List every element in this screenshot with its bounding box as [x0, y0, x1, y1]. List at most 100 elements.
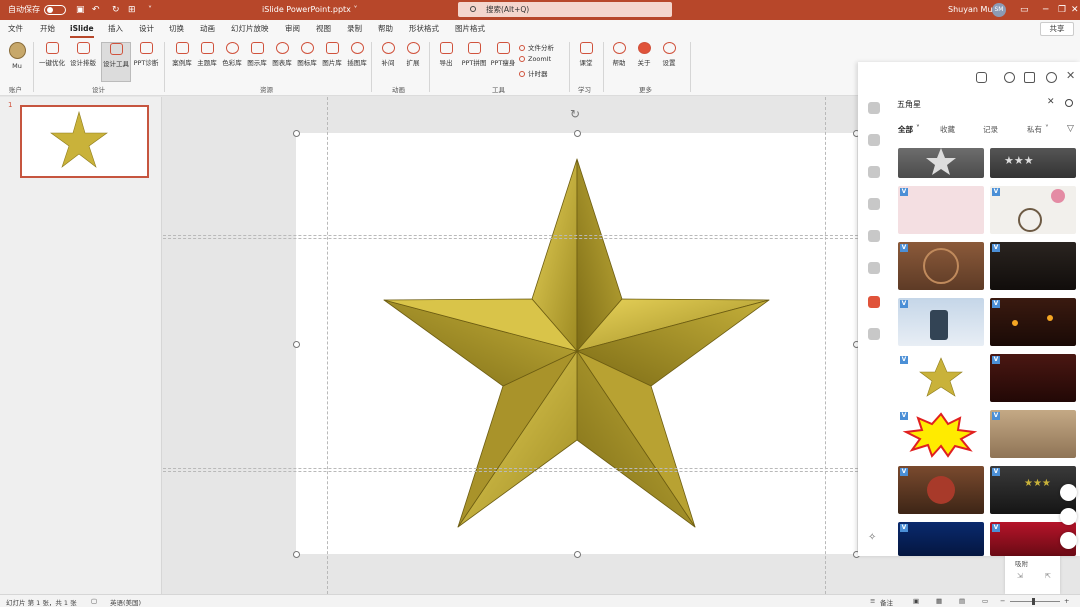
tab-design[interactable]: 设计	[139, 20, 154, 38]
case-category-icon[interactable]	[868, 102, 880, 114]
tab-insert[interactable]: 插入	[108, 20, 123, 38]
normal-view-icon[interactable]: ▣	[913, 597, 919, 605]
result-image[interactable]: V	[990, 410, 1076, 458]
result-image[interactable]: V	[990, 242, 1076, 290]
about-button[interactable]: 关于	[631, 42, 657, 67]
sorter-view-icon[interactable]: ▦	[936, 597, 942, 605]
snap-right-icon[interactable]: ⇱	[1045, 572, 1051, 580]
illustration-category-icon[interactable]	[868, 328, 880, 340]
customize-icon[interactable]: ˅	[148, 0, 152, 20]
refresh-icon[interactable]	[1004, 72, 1015, 83]
chevron-down-icon[interactable]: ˅	[1045, 124, 1049, 133]
icons-button[interactable]: 图标库	[294, 42, 320, 67]
resize-handle[interactable]	[574, 130, 581, 137]
icon-category-icon[interactable]	[868, 262, 880, 274]
slide-canvas[interactable]	[296, 133, 857, 554]
picture-category-icon[interactable]	[868, 296, 880, 308]
present-icon[interactable]: ⊞	[128, 0, 136, 20]
close-icon[interactable]: ✕	[1071, 0, 1079, 20]
notes-icon[interactable]: ≡	[870, 597, 875, 605]
tab-transitions[interactable]: 切换	[169, 20, 184, 38]
tab-favorites[interactable]: 收藏	[940, 124, 955, 135]
account-button[interactable]: Mu	[4, 42, 30, 70]
tab-shape-format[interactable]: 形状格式	[409, 20, 439, 38]
file-analysis-button[interactable]: 文件分析	[519, 42, 554, 52]
resize-handle[interactable]	[574, 551, 581, 558]
slide-thumbnail[interactable]	[20, 105, 149, 178]
filter-icon[interactable]: ▽	[1067, 124, 1074, 134]
result-image[interactable]: V	[898, 522, 984, 556]
result-image[interactable]: V	[898, 298, 984, 346]
resize-handle[interactable]	[293, 130, 300, 137]
tab-home[interactable]: 开始	[40, 20, 55, 38]
help-circle-icon[interactable]	[1046, 72, 1057, 83]
autosave-toggle[interactable]	[44, 5, 66, 15]
scroll-down-button[interactable]	[1060, 532, 1077, 549]
zoom-out-icon[interactable]: −	[1000, 597, 1005, 605]
charts-button[interactable]: 图表库	[269, 42, 295, 67]
zoom-slider[interactable]	[1010, 601, 1060, 602]
result-image[interactable]: V	[990, 354, 1076, 402]
result-image[interactable]: ★★★	[990, 148, 1076, 178]
slim-button[interactable]: PPT瘦身	[488, 42, 518, 67]
tab-history[interactable]: 记录	[983, 124, 998, 135]
tab-review[interactable]: 审阅	[285, 20, 300, 38]
accessibility-icon[interactable]: ▢	[91, 597, 97, 605]
ribbon-display-icon[interactable]: ▭	[1020, 0, 1029, 20]
undo-icon[interactable]: ↶	[92, 0, 100, 20]
result-image[interactable]: V	[898, 466, 984, 514]
cases-button[interactable]: 案例库	[169, 42, 195, 67]
search-icon[interactable]	[1065, 99, 1073, 107]
tab-slideshow[interactable]: 幻灯片放映	[231, 20, 269, 38]
result-image[interactable]: V	[898, 410, 984, 458]
optimize-button[interactable]: 一键优化	[39, 42, 65, 67]
chart-category-icon[interactable]	[868, 230, 880, 242]
pictures-button[interactable]: 图片库	[319, 42, 345, 67]
tab-islide[interactable]: iSlide	[70, 20, 94, 38]
search-input[interactable]: 搜索(Alt+Q)	[458, 2, 672, 17]
snap-left-icon[interactable]: ⇲	[1017, 572, 1023, 580]
sparkle-icon[interactable]: ✧	[868, 532, 880, 544]
avatar[interactable]: SM	[992, 3, 1006, 17]
user-name[interactable]: Shuyan Mu	[948, 0, 992, 20]
timer-button[interactable]: 计时器	[519, 68, 548, 78]
tween-button[interactable]: 补间	[375, 42, 401, 67]
document-title[interactable]: iSlide PowerPoint.pptx ˅	[262, 0, 357, 20]
tab-private[interactable]: 私有	[1027, 124, 1042, 135]
tab-view[interactable]: 视图	[316, 20, 331, 38]
window-icon[interactable]	[1024, 72, 1035, 83]
scroll-up-button[interactable]	[1060, 508, 1077, 525]
export-button[interactable]: 导出	[433, 42, 459, 67]
result-image[interactable]: V	[898, 186, 984, 234]
result-image[interactable]: V	[898, 242, 984, 290]
clear-search-icon[interactable]: ✕	[1047, 97, 1055, 107]
diagram-category-icon[interactable]	[868, 198, 880, 210]
resize-handle[interactable]	[293, 341, 300, 348]
diagrams-button[interactable]: 图示库	[244, 42, 270, 67]
tab-file[interactable]: 文件	[8, 20, 23, 38]
panel-search-input[interactable]: 五角星 ✕	[891, 94, 1080, 114]
design-tools-button[interactable]: 设计工具	[101, 42, 131, 82]
illustrations-button[interactable]: 插图库	[344, 42, 370, 67]
upload-icon[interactable]	[976, 72, 987, 83]
scroll-top-button[interactable]	[1060, 484, 1077, 501]
extend-button[interactable]: 扩展	[400, 42, 426, 67]
zoom-slider-thumb[interactable]	[1032, 598, 1035, 605]
rotate-handle-icon[interactable]: ↻	[570, 107, 580, 121]
themes-button[interactable]: 主题库	[194, 42, 220, 67]
restore-icon[interactable]: ❐	[1058, 0, 1066, 20]
result-image[interactable]	[898, 148, 984, 178]
layout-button[interactable]: 设计排版	[70, 42, 96, 67]
settings-button[interactable]: 设置	[656, 42, 682, 67]
slideshow-view-icon[interactable]: ▭	[982, 597, 988, 605]
redo-icon[interactable]: ↻	[112, 0, 120, 20]
language-label[interactable]: 英语(美国)	[110, 597, 141, 607]
tab-all[interactable]: 全部	[898, 124, 913, 135]
tab-help[interactable]: 帮助	[378, 20, 393, 38]
classroom-button[interactable]: 课堂	[573, 42, 599, 67]
save-icon[interactable]: ▣	[76, 0, 85, 20]
puzzle-button[interactable]: PPT拼图	[459, 42, 489, 67]
zoom-in-icon[interactable]: +	[1064, 597, 1069, 605]
zoomit-button[interactable]: ZoomIt	[519, 55, 551, 63]
share-button[interactable]: 共享	[1040, 22, 1074, 36]
